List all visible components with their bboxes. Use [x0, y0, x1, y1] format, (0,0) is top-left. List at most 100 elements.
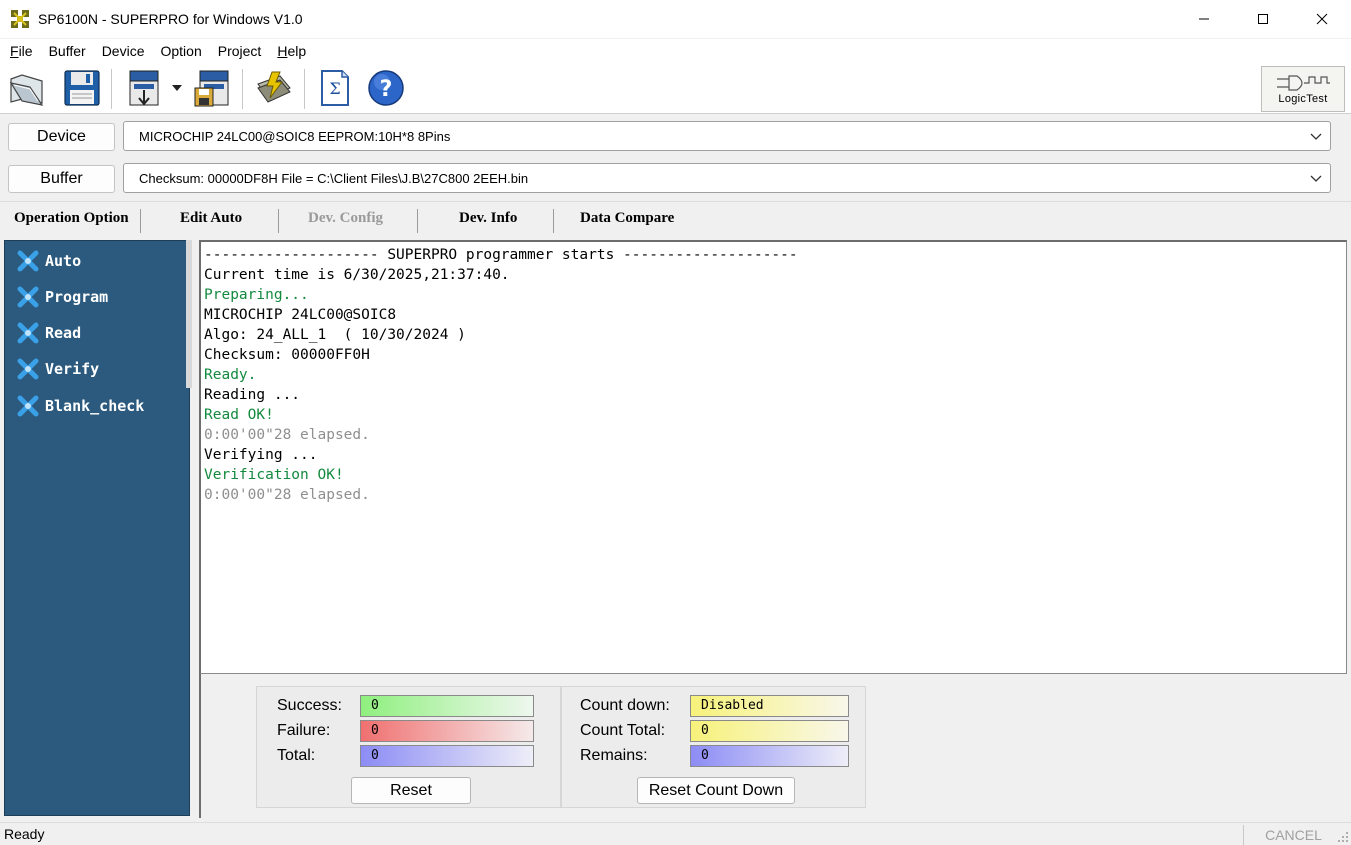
operation-label: Auto	[45, 252, 82, 270]
log-line: Verifying ...	[204, 447, 318, 463]
help-button[interactable]: ?	[364, 67, 408, 109]
countdown-group: Count down: Disabled Count Total: 0 Rema…	[561, 686, 866, 808]
toolbar-separator	[304, 69, 305, 109]
total-label: Total:	[277, 747, 316, 764]
operation-panel-scrollbar[interactable]	[186, 240, 192, 388]
log-line: Current time is 6/30/2025,21:37:40.	[204, 267, 510, 283]
log-line: Ready.	[204, 367, 257, 383]
status-bar: Ready CANCEL	[0, 822, 1351, 845]
operation-label: Program	[45, 288, 109, 306]
toolbar-separator	[111, 69, 112, 109]
result-counter-group: Success: 0 Failure: 0 Total: 0 Reset	[256, 686, 561, 808]
window-title: SP6100N - SUPERPRO for Windows V1.0	[38, 11, 303, 27]
log-window[interactable]: -------------------- SUPERPRO programmer…	[199, 240, 1347, 674]
logictest-label: LogicTest	[1278, 92, 1328, 105]
device-button[interactable]: Device	[8, 123, 115, 151]
total-count: 0	[360, 745, 534, 767]
buffer-select-value: Checksum: 00000DF8H File = C:\Client Fil…	[139, 170, 529, 186]
remains-label: Remains:	[580, 747, 648, 764]
tab-operation-option[interactable]: Operation Option	[14, 210, 129, 227]
tab-dev-info[interactable]: Dev. Info	[459, 210, 517, 227]
log-line: 0:00'00"28 elapsed.	[204, 427, 370, 443]
operation-label: Verify	[45, 360, 100, 378]
counter-panel: Success: 0 Failure: 0 Total: 0 Reset Cou…	[199, 674, 1347, 818]
menu-help-label: elp	[287, 43, 307, 59]
load-project-dropdown[interactable]	[166, 67, 188, 109]
operation-label: Blank_check	[45, 397, 145, 415]
log-lines: -------------------- SUPERPRO programmer…	[204, 245, 798, 505]
toolbar-separator	[242, 69, 243, 109]
load-project-icon	[129, 70, 159, 106]
logictest-button[interactable]: LogicTest	[1261, 66, 1345, 112]
operation-icon	[17, 395, 39, 417]
tab-separator	[553, 209, 554, 233]
save-disk-icon	[64, 70, 100, 106]
operation-read[interactable]: Read	[17, 321, 81, 345]
svg-text:?: ?	[380, 77, 393, 102]
operation-program[interactable]: Program	[17, 285, 108, 309]
device-select-value: MICROCHIP 24LC00@SOIC8 EEPROM:10H*8 8Pin…	[139, 128, 451, 144]
tab-dev-config[interactable]: Dev. Config	[308, 210, 383, 227]
cancel-button[interactable]: CANCEL	[1243, 825, 1343, 845]
minimize-icon	[1198, 18, 1209, 20]
countdown-label: Count down:	[580, 697, 670, 714]
log-line: -------------------- SUPERPRO programmer…	[204, 247, 798, 263]
countdown-value: Disabled	[690, 695, 849, 717]
log-line: MICROCHIP 24LC00@SOIC8	[204, 307, 397, 323]
maximize-button[interactable]	[1233, 0, 1292, 38]
resize-grip-icon[interactable]	[1337, 831, 1349, 843]
menu-bar: File Buffer Device Option Project Help	[0, 39, 1351, 63]
tab-edit-auto[interactable]: Edit Auto	[180, 210, 242, 227]
dropdown-arrow-icon	[172, 85, 182, 91]
menu-device[interactable]: Device	[94, 43, 153, 59]
count-total-label: Count Total:	[580, 722, 666, 739]
log-line: Algo: 24_ALL_1 ( 10/30/2024 )	[204, 327, 466, 343]
count-total-value: 0	[690, 720, 849, 742]
tab-data-compare[interactable]: Data Compare	[580, 210, 674, 227]
operation-icon	[17, 322, 39, 344]
chevron-down-icon	[1310, 175, 1322, 182]
title-bar: SP6100N - SUPERPRO for Windows V1.0	[0, 0, 1351, 38]
checksum-button[interactable]: Σ	[312, 67, 356, 109]
checksum-icon: Σ	[321, 70, 349, 106]
buffer-row: Buffer Checksum: 00000DF8H File = C:\Cli…	[0, 159, 1351, 199]
buffer-select[interactable]: Checksum: 00000DF8H File = C:\Client Fil…	[123, 163, 1331, 193]
operation-panel: Auto Program Read Verify Blank_check	[4, 240, 190, 816]
buffer-button[interactable]: Buffer	[8, 165, 115, 193]
menu-option[interactable]: Option	[152, 43, 209, 59]
close-icon	[1316, 13, 1327, 25]
option-tab-bar: Operation Option Edit Auto Dev. Config D…	[0, 201, 1351, 237]
log-line: Verification OK!	[204, 467, 344, 483]
reset-button[interactable]: Reset	[351, 777, 471, 804]
reset-count-down-button[interactable]: Reset Count Down	[637, 777, 795, 804]
save-file-button[interactable]	[60, 67, 104, 109]
save-project-icon	[194, 70, 229, 107]
minimize-button[interactable]	[1174, 0, 1233, 38]
log-line: Reading ...	[204, 387, 301, 403]
help-icon: ?	[368, 70, 404, 106]
menu-file[interactable]: File	[2, 43, 41, 59]
tab-separator	[278, 209, 279, 233]
menu-help[interactable]: Help	[269, 43, 314, 59]
log-line: 0:00'00"28 elapsed.	[204, 487, 370, 503]
operation-verify[interactable]: Verify	[17, 357, 99, 381]
status-text: Ready	[4, 826, 45, 842]
auto-tool-button[interactable]	[252, 67, 296, 109]
load-project-button[interactable]	[122, 67, 166, 109]
menu-buffer[interactable]: Buffer	[41, 43, 94, 59]
success-label: Success:	[277, 697, 342, 714]
operation-label: Read	[45, 324, 82, 342]
menu-file-label: ile	[18, 43, 33, 59]
svg-text:Σ: Σ	[329, 79, 340, 98]
device-select[interactable]: MICROCHIP 24LC00@SOIC8 EEPROM:10H*8 8Pin…	[123, 121, 1331, 151]
device-row: Device MICROCHIP 24LC00@SOIC8 EEPROM:10H…	[0, 117, 1351, 157]
logic-gate-icon	[1277, 74, 1330, 91]
operation-blank-check[interactable]: Blank_check	[17, 394, 144, 418]
operation-auto[interactable]: Auto	[17, 249, 81, 273]
menu-project[interactable]: Project	[210, 43, 270, 59]
open-folder-icon	[9, 74, 44, 106]
log-line: Preparing...	[204, 287, 309, 303]
save-project-button[interactable]	[190, 67, 234, 109]
open-file-button[interactable]	[6, 67, 50, 109]
close-button[interactable]	[1292, 0, 1351, 38]
